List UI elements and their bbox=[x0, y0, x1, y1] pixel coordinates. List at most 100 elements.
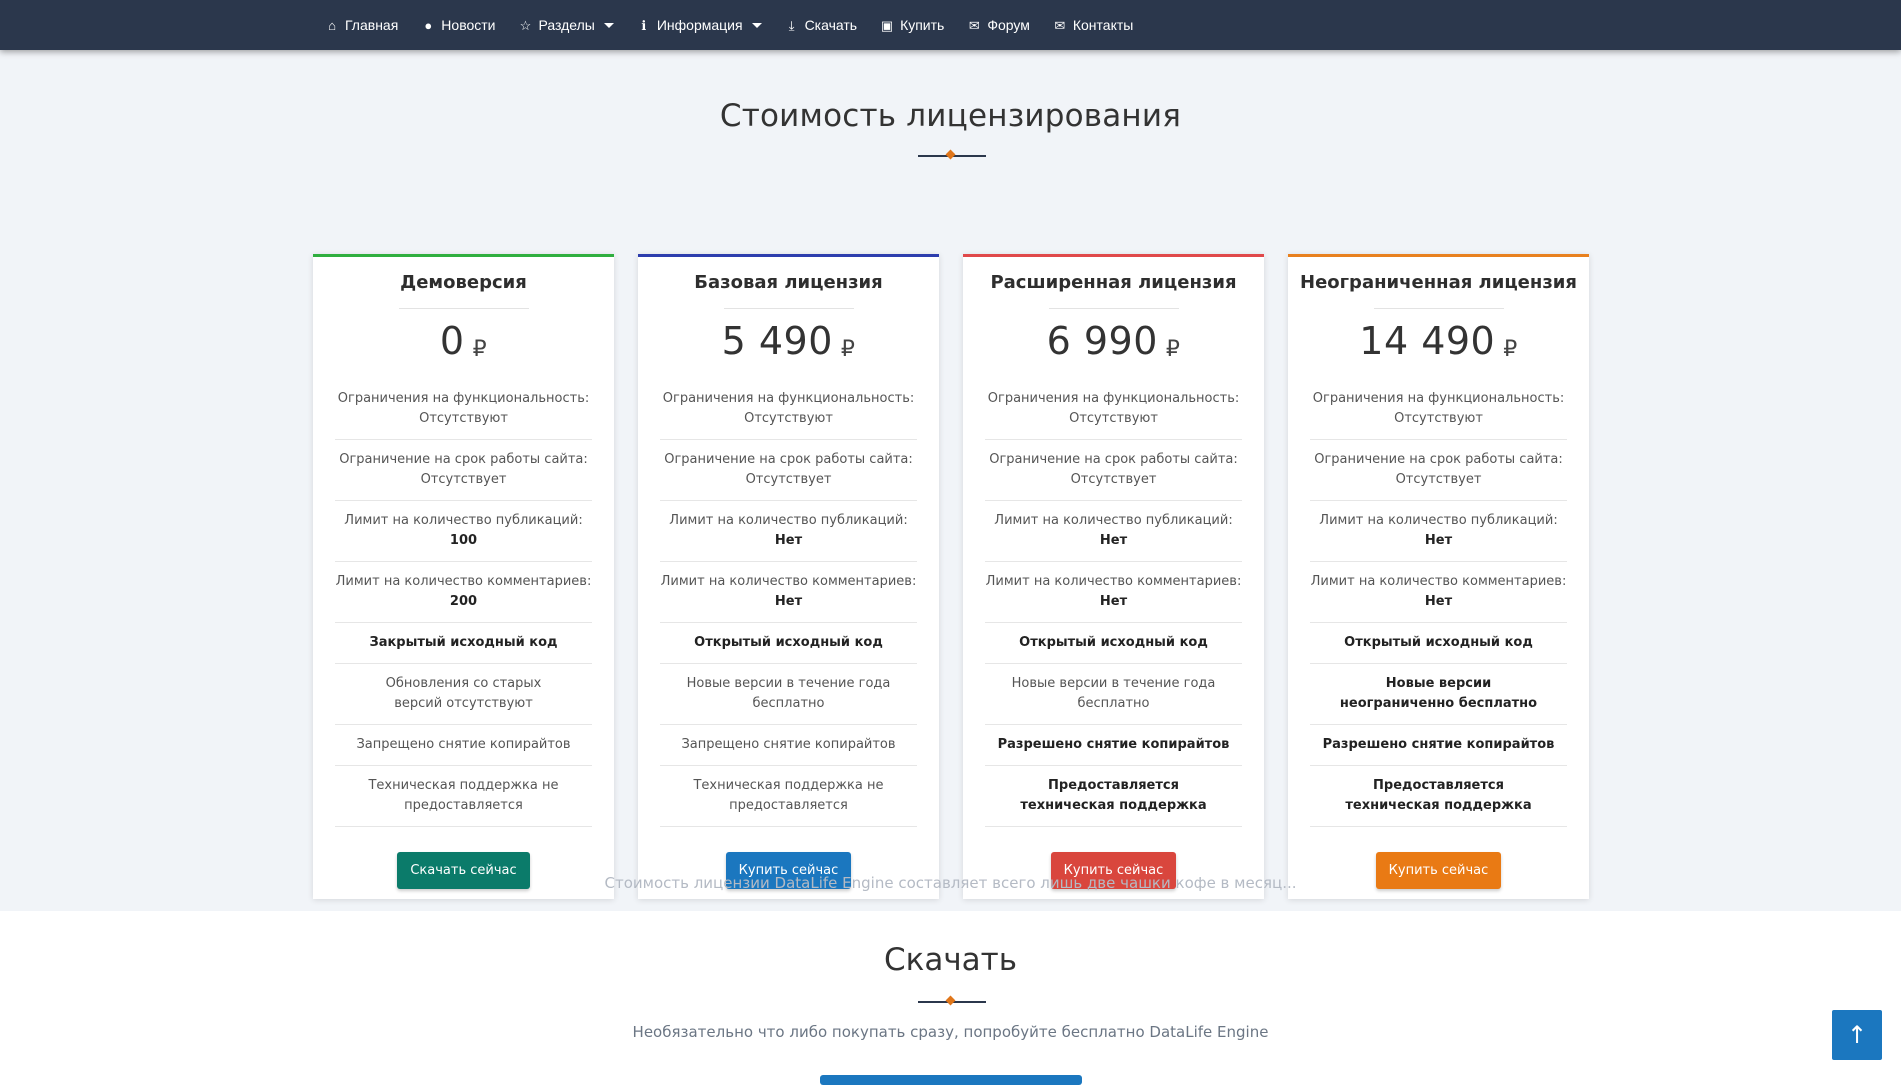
feature-publications: Лимит на количество публикаций: Нет bbox=[985, 501, 1242, 562]
feature-value: 200 bbox=[449, 594, 478, 609]
ruble-icon: ₽ bbox=[1503, 337, 1518, 362]
feature-updates: Новые версии неограниченно бесплатно bbox=[1310, 664, 1567, 725]
nav-item-download[interactable]: ⤓ Скачать bbox=[785, 17, 858, 33]
nav-item-label: Главная bbox=[345, 17, 399, 33]
card-price: 6 990 ₽ bbox=[963, 319, 1264, 367]
nav-item-label: Купить bbox=[900, 17, 945, 33]
feature-comments: Лимит на количество комментариев: 200 bbox=[335, 562, 592, 623]
nav-item-label: Разделы bbox=[538, 17, 595, 33]
feature-updates: Обновления со старых версий отсутствуют bbox=[335, 664, 592, 725]
pricing-title: Стоимость лицензирования bbox=[719, 98, 1182, 134]
card-title: Неограниченная лицензия bbox=[1300, 272, 1577, 293]
nav-item-label: Информация bbox=[656, 17, 743, 33]
nav-item-information[interactable]: ℹ Информация bbox=[637, 17, 762, 33]
top-navbar: ⌂ Главная ● Новости ☆ Разделы ℹ Информац… bbox=[0, 0, 1901, 50]
feature-term: Ограничение на срок работы сайта: Отсутс… bbox=[660, 440, 917, 501]
title-separator bbox=[918, 149, 986, 160]
feature-label: Ограничение на срок работы сайта: bbox=[989, 452, 1238, 467]
price-value: 0 bbox=[439, 319, 465, 363]
feature-updates: Новые версии в течение года бесплатно bbox=[985, 664, 1242, 725]
nav-item-label: Скачать bbox=[804, 17, 858, 33]
feature-value: Нет bbox=[1424, 594, 1453, 609]
price-value: 14 490 bbox=[1359, 319, 1496, 363]
download-icon: ⤓ bbox=[788, 17, 795, 33]
diamond-icon bbox=[945, 995, 956, 1006]
nav-item-contacts[interactable]: ✉ Контакты bbox=[1053, 17, 1133, 33]
nav-menu: ⌂ Главная ● Новости ☆ Разделы ℹ Информац… bbox=[325, 0, 1133, 50]
feature-source-code: Открытый исходный код bbox=[660, 623, 917, 664]
feature-value: Нет bbox=[1099, 594, 1128, 609]
card-title: Демоверсия bbox=[400, 272, 527, 293]
star-icon: ☆ bbox=[519, 17, 532, 33]
card-divider bbox=[723, 308, 854, 309]
nav-item-sections[interactable]: ☆ Разделы bbox=[519, 17, 614, 33]
ruble-icon: ₽ bbox=[472, 337, 488, 362]
feature-label: Ограничение на срок работы сайта: bbox=[339, 452, 588, 467]
scroll-to-top-button[interactable]: ↑ bbox=[1832, 1010, 1882, 1060]
pricing-section: Стоимость лицензирования Демоверсия 0 ₽ О… bbox=[0, 50, 1901, 911]
feature-value: Отсутствует bbox=[420, 472, 507, 487]
download-subtitle: Необязательно что либо покупать сразу, п… bbox=[632, 1023, 1269, 1041]
feature-copyright: Запрещено снятие копирайтов bbox=[660, 725, 917, 766]
title-separator bbox=[918, 995, 986, 1006]
feature-publications: Лимит на количество публикаций: 100 bbox=[335, 501, 592, 562]
feature-comments: Лимит на количество комментариев: Нет bbox=[660, 562, 917, 623]
card-accent-bar bbox=[963, 254, 1264, 257]
feature-label: Ограничения на функциональность: bbox=[987, 391, 1240, 406]
pricing-tagline: Стоимость лицензии DataLife Engine соста… bbox=[604, 874, 1297, 892]
feature-value: Нет bbox=[1099, 533, 1128, 548]
feature-functionality: Ограничения на функциональность: Отсутст… bbox=[985, 379, 1242, 440]
feature-list: Ограничения на функциональность: Отсутст… bbox=[963, 379, 1264, 827]
nav-item-forum[interactable]: ✉ Форум bbox=[967, 17, 1030, 33]
feature-list: Ограничения на функциональность: Отсутст… bbox=[313, 379, 614, 827]
card-divider bbox=[1373, 308, 1504, 309]
feature-value: Нет bbox=[774, 533, 803, 548]
pricing-card-demo: Демоверсия 0 ₽ Ограничения на функциональ… bbox=[313, 254, 614, 899]
feature-label: Ограничения на функциональность: bbox=[662, 391, 915, 406]
download-button[interactable] bbox=[820, 1075, 1082, 1085]
nav-item-buy[interactable]: ▣ Купить bbox=[880, 17, 944, 33]
feature-value: Отсутствуют bbox=[1394, 411, 1483, 426]
nav-item-label: Форум bbox=[987, 17, 1030, 33]
feature-label: Лимит на количество комментариев: bbox=[335, 574, 592, 589]
nav-item-news[interactable]: ● Новости bbox=[421, 17, 495, 33]
nav-item-label: Контакты bbox=[1072, 17, 1134, 33]
card-price: 5 490 ₽ bbox=[638, 319, 939, 367]
ruble-icon: ₽ bbox=[840, 337, 856, 362]
feature-publications: Лимит на количество публикаций: Нет bbox=[660, 501, 917, 562]
envelope-icon: ✉ bbox=[1054, 17, 1066, 33]
feature-value: Нет bbox=[1424, 533, 1453, 548]
globe-icon: ● bbox=[424, 17, 433, 33]
pricing-card-unlimited: Неограниченная лицензия 14 490 ₽ Ограниче… bbox=[1288, 254, 1589, 899]
nav-item-label: Новости bbox=[441, 17, 496, 33]
feature-list: Ограничения на функциональность: Отсутст… bbox=[638, 379, 939, 827]
feature-label: Ограничения на функциональность: bbox=[337, 391, 590, 406]
feature-label: Лимит на количество публикаций: bbox=[669, 513, 908, 528]
arrow-up-icon: ↑ bbox=[1846, 1021, 1868, 1049]
feature-label: Лимит на количество публикаций: bbox=[1319, 513, 1558, 528]
feature-label: Ограничение на срок работы сайта: bbox=[1314, 452, 1563, 467]
card-title: Базовая лицензия bbox=[694, 272, 883, 293]
card-price: 0 ₽ bbox=[313, 319, 614, 367]
nav-item-home[interactable]: ⌂ Главная bbox=[325, 17, 398, 33]
diamond-icon bbox=[945, 149, 956, 160]
card-price: 14 490 ₽ bbox=[1288, 319, 1589, 367]
caret-down-icon bbox=[603, 22, 614, 28]
card-accent-bar bbox=[638, 254, 939, 257]
feature-label: Лимит на количество публикаций: bbox=[344, 513, 583, 528]
feature-comments: Лимит на количество комментариев: Нет bbox=[985, 562, 1242, 623]
feature-functionality: Ограничения на функциональность: Отсутст… bbox=[660, 379, 917, 440]
price-value: 6 990 bbox=[1046, 319, 1158, 363]
feature-term: Ограничение на срок работы сайта: Отсутс… bbox=[335, 440, 592, 501]
feature-value: Отсутствуют bbox=[1069, 411, 1158, 426]
price-value: 5 490 bbox=[721, 319, 833, 363]
card-divider bbox=[398, 308, 529, 309]
feature-value: Нет bbox=[774, 594, 803, 609]
feature-support: Техническая поддержка не предоставляется bbox=[660, 766, 917, 827]
comments-icon: ✉ bbox=[968, 17, 980, 33]
feature-term: Ограничение на срок работы сайта: Отсутс… bbox=[985, 440, 1242, 501]
feature-copyright: Разрешено снятие копирайтов bbox=[985, 725, 1242, 766]
home-icon: ⌂ bbox=[328, 17, 336, 33]
feature-copyright: Запрещено снятие копирайтов bbox=[335, 725, 592, 766]
feature-source-code: Закрытый исходный код bbox=[335, 623, 592, 664]
